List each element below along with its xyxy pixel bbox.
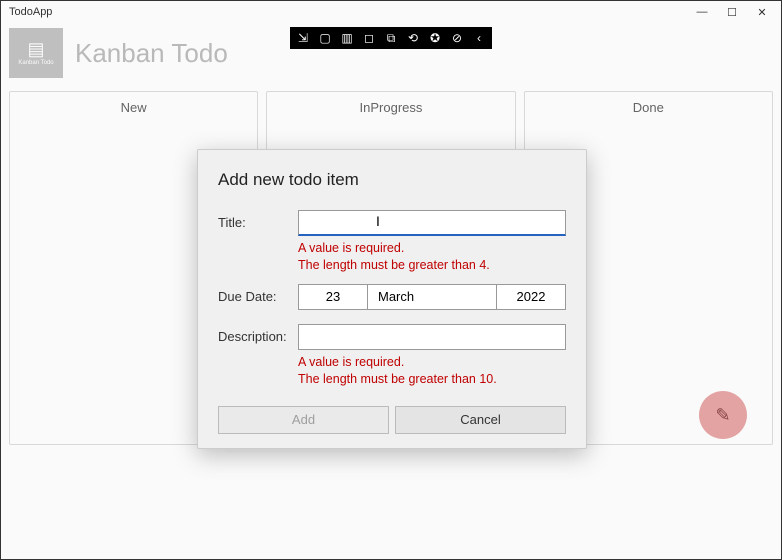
description-row: Description: <box>218 324 566 350</box>
due-month-picker[interactable]: March <box>368 284 496 310</box>
title-input[interactable] <box>298 210 566 236</box>
due-day-picker[interactable]: 23 <box>298 284 368 310</box>
due-year-picker[interactable]: 2022 <box>496 284 566 310</box>
error-text: The length must be greater than 10. <box>298 371 566 388</box>
description-error: A value is required. The length must be … <box>298 354 566 388</box>
due-date-row: Due Date: 23 March 2022 <box>218 284 566 310</box>
title-label: Title: <box>218 210 298 230</box>
description-input[interactable] <box>298 324 566 350</box>
title-error: A value is required. The length must be … <box>298 240 566 274</box>
due-date-label: Due Date: <box>218 284 298 304</box>
add-todo-dialog: Add new todo item Title: A value is requ… <box>197 149 587 449</box>
description-label: Description: <box>218 324 298 344</box>
error-text: A value is required. <box>298 354 566 371</box>
dialog-heading: Add new todo item <box>218 170 566 190</box>
dialog-footer: Add Cancel <box>218 406 566 434</box>
title-row: Title: <box>218 210 566 236</box>
add-button[interactable]: Add <box>218 406 389 434</box>
error-text: The length must be greater than 4. <box>298 257 566 274</box>
cancel-button[interactable]: Cancel <box>395 406 566 434</box>
error-text: A value is required. <box>298 240 566 257</box>
